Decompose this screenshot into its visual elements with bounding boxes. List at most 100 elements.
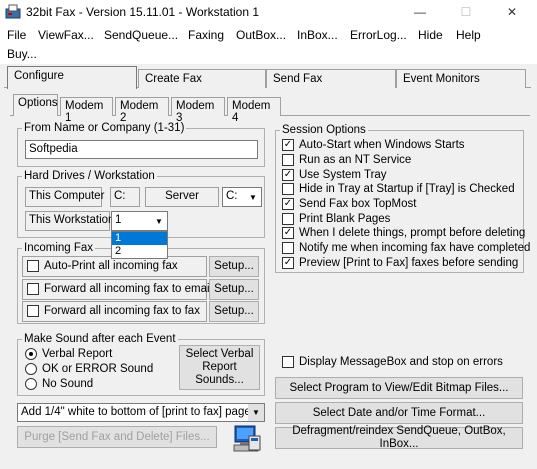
forward-fax-label: Forward all incoming fax to fax bbox=[44, 305, 200, 317]
chevron-down-icon: ▼ bbox=[245, 188, 261, 206]
menu-outbox[interactable]: OutBox... bbox=[236, 28, 286, 42]
preview-print-checkbox[interactable]: ✓ Preview [Print to Fax] faxes before sen… bbox=[282, 256, 522, 271]
prompt-delete-checkbox[interactable]: ✓ When I delete things, prompt before del… bbox=[282, 226, 526, 241]
subtab-modem-3[interactable]: Modem 3 bbox=[171, 97, 225, 124]
blank-pages-checkbox[interactable]: Print Blank Pages bbox=[282, 211, 522, 226]
radio-dot bbox=[25, 363, 37, 375]
checkbox-box bbox=[282, 242, 294, 255]
server-drive-value: C: bbox=[226, 190, 238, 202]
workstation-option-1[interactable]: 1 bbox=[112, 232, 167, 245]
prompt-delete-label: When I delete things, prompt before dele… bbox=[299, 227, 526, 240]
check-icon: ✓ bbox=[282, 227, 294, 240]
forward-email-label: Forward all incoming fax to email bbox=[44, 283, 213, 295]
workstation-option-2[interactable]: 2 bbox=[112, 245, 167, 258]
checkbox-box bbox=[282, 183, 294, 196]
sound-group-title: Make Sound after each Event bbox=[22, 333, 178, 345]
checkbox-box bbox=[282, 212, 294, 225]
server-drive-select[interactable]: C: ▼ bbox=[222, 187, 262, 207]
purge-files-button[interactable]: Purge [Send Fax and Delete] Files... bbox=[17, 426, 217, 448]
select-bitmap-program-button[interactable]: Select Program to View/Edit Bitmap Files… bbox=[275, 377, 523, 399]
messagebox-checkbox[interactable]: Display MessageBox and stop on errors bbox=[282, 356, 503, 368]
close-button[interactable]: ✕ bbox=[489, 0, 535, 24]
checkbox-box bbox=[27, 260, 39, 272]
menu-errorlog[interactable]: ErrorLog... bbox=[350, 28, 407, 42]
workstation-value: 1 bbox=[115, 214, 122, 226]
select-verbal-sounds-button[interactable]: Select Verbal Report Sounds... bbox=[179, 345, 260, 390]
auto-start-checkbox[interactable]: ✓ Auto-Start when Windows Starts bbox=[282, 138, 522, 153]
tab-send-fax[interactable]: Send Fax bbox=[266, 69, 396, 88]
white-bottom-value: Add 1/4" white to bottom of [print to fa… bbox=[21, 406, 257, 418]
session-options-list: ✓ Auto-Start when Windows Starts Run as a… bbox=[282, 138, 530, 271]
radio-dot bbox=[25, 378, 37, 390]
subtab-options[interactable]: Options bbox=[13, 94, 58, 116]
forward-fax-setup-button[interactable]: Setup... bbox=[209, 301, 259, 322]
session-options-title: Session Options bbox=[280, 124, 368, 136]
server-label: Server bbox=[145, 187, 219, 207]
messagebox-label: Display MessageBox and stop on errors bbox=[299, 356, 503, 368]
system-tray-checkbox[interactable]: ✓ Use System Tray bbox=[282, 167, 522, 182]
menu-faxing[interactable]: Faxing bbox=[188, 28, 224, 42]
system-tray-label: Use System Tray bbox=[299, 168, 387, 181]
this-computer-drive: C: bbox=[110, 187, 140, 207]
forward-email-checkbox[interactable]: Forward all incoming fax to email bbox=[27, 283, 212, 295]
subtab-modem-4[interactable]: Modem 4 bbox=[227, 97, 281, 124]
blank-pages-label: Print Blank Pages bbox=[299, 212, 391, 225]
this-computer-label: This Computer bbox=[25, 187, 104, 207]
this-workstation-label: This Workstation bbox=[25, 211, 114, 231]
menu-hide[interactable]: Hide bbox=[418, 28, 443, 42]
incoming-fax-group-title: Incoming Fax bbox=[22, 242, 96, 254]
chevron-down-icon: ▼ bbox=[151, 212, 167, 230]
forward-fax-checkbox[interactable]: Forward all incoming fax to fax bbox=[27, 305, 200, 317]
auto-print-checkbox[interactable]: Auto-Print all incoming fax bbox=[27, 260, 178, 272]
menu-sendqueue[interactable]: SendQueue... bbox=[104, 28, 178, 42]
topmost-checkbox[interactable]: ✓ Send Fax box TopMost bbox=[282, 197, 522, 212]
check-icon: ✓ bbox=[282, 139, 294, 152]
ok-error-sound-radio[interactable]: OK or ERROR Sound bbox=[25, 363, 153, 375]
app-fax-icon bbox=[5, 4, 21, 19]
minimize-button[interactable]: — bbox=[397, 0, 443, 24]
subtab-modem-1[interactable]: Modem 1 bbox=[60, 97, 113, 124]
forward-email-setup-button[interactable]: Setup... bbox=[209, 279, 259, 300]
notify-incoming-label: Notify me when incoming fax have complet… bbox=[299, 242, 531, 255]
select-date-format-button[interactable]: Select Date and/or Time Format... bbox=[275, 402, 523, 424]
topmost-label: Send Fax box TopMost bbox=[299, 198, 417, 211]
preview-print-label: Preview [Print to Fax] faxes before send… bbox=[299, 256, 519, 269]
tab-event-monitors[interactable]: Event Monitors bbox=[396, 69, 526, 88]
subtab-modem-2[interactable]: Modem 2 bbox=[115, 97, 169, 124]
notify-incoming-checkbox[interactable]: Notify me when incoming fax have complet… bbox=[282, 241, 530, 256]
menu-viewfax[interactable]: ViewFax... bbox=[38, 28, 94, 42]
tab-create-fax[interactable]: Create Fax bbox=[138, 69, 266, 88]
menu-buy[interactable]: Buy... bbox=[7, 47, 37, 61]
menu-inbox[interactable]: InBox... bbox=[297, 28, 338, 42]
checkbox-box bbox=[282, 154, 294, 167]
checkbox-box bbox=[27, 305, 39, 317]
white-bottom-select[interactable]: Add 1/4" white to bottom of [print to fa… bbox=[17, 403, 265, 422]
menu-help[interactable]: Help bbox=[456, 28, 481, 42]
from-name-input[interactable]: Softpedia bbox=[25, 140, 258, 159]
nt-service-label: Run as an NT Service bbox=[299, 154, 412, 167]
workstation-select[interactable]: 1 ▼ bbox=[111, 211, 168, 231]
auto-print-setup-button[interactable]: Setup... bbox=[209, 256, 259, 277]
nt-service-checkbox[interactable]: Run as an NT Service bbox=[282, 153, 522, 168]
check-icon: ✓ bbox=[282, 168, 294, 181]
maximize-button[interactable]: ☐ bbox=[443, 0, 489, 24]
verbal-report-radio[interactable]: Verbal Report bbox=[25, 348, 112, 360]
check-icon: ✓ bbox=[282, 198, 294, 211]
auto-print-label: Auto-Print all incoming fax bbox=[44, 260, 178, 272]
hide-in-tray-label: Hide in Tray at Startup if [Tray] is Che… bbox=[299, 183, 515, 196]
check-icon: ✓ bbox=[282, 256, 294, 269]
ok-error-sound-label: OK or ERROR Sound bbox=[42, 363, 154, 375]
hide-in-tray-checkbox[interactable]: Hide in Tray at Startup if [Tray] is Che… bbox=[282, 182, 522, 197]
hard-drives-group-title: Hard Drives / Workstation bbox=[22, 170, 157, 182]
checkbox-box bbox=[27, 283, 39, 295]
menu-file[interactable]: File bbox=[7, 28, 26, 42]
checkbox-box bbox=[282, 356, 294, 368]
tab-configure[interactable]: Configure bbox=[7, 66, 137, 89]
menu-bar: File ViewFax... SendQueue... Faxing OutB… bbox=[0, 24, 537, 64]
no-sound-radio[interactable]: No Sound bbox=[25, 378, 93, 390]
from-name-group-title: From Name or Company (1-31) bbox=[22, 122, 187, 134]
defragment-reindex-button[interactable]: Defragment/reindex SendQueue, OutBox, In… bbox=[275, 425, 523, 450]
computer-icon[interactable] bbox=[232, 424, 262, 454]
verbal-report-label: Verbal Report bbox=[42, 348, 113, 360]
window-title: 32bit Fax - Version 15.11.01 - Workstati… bbox=[26, 5, 260, 19]
